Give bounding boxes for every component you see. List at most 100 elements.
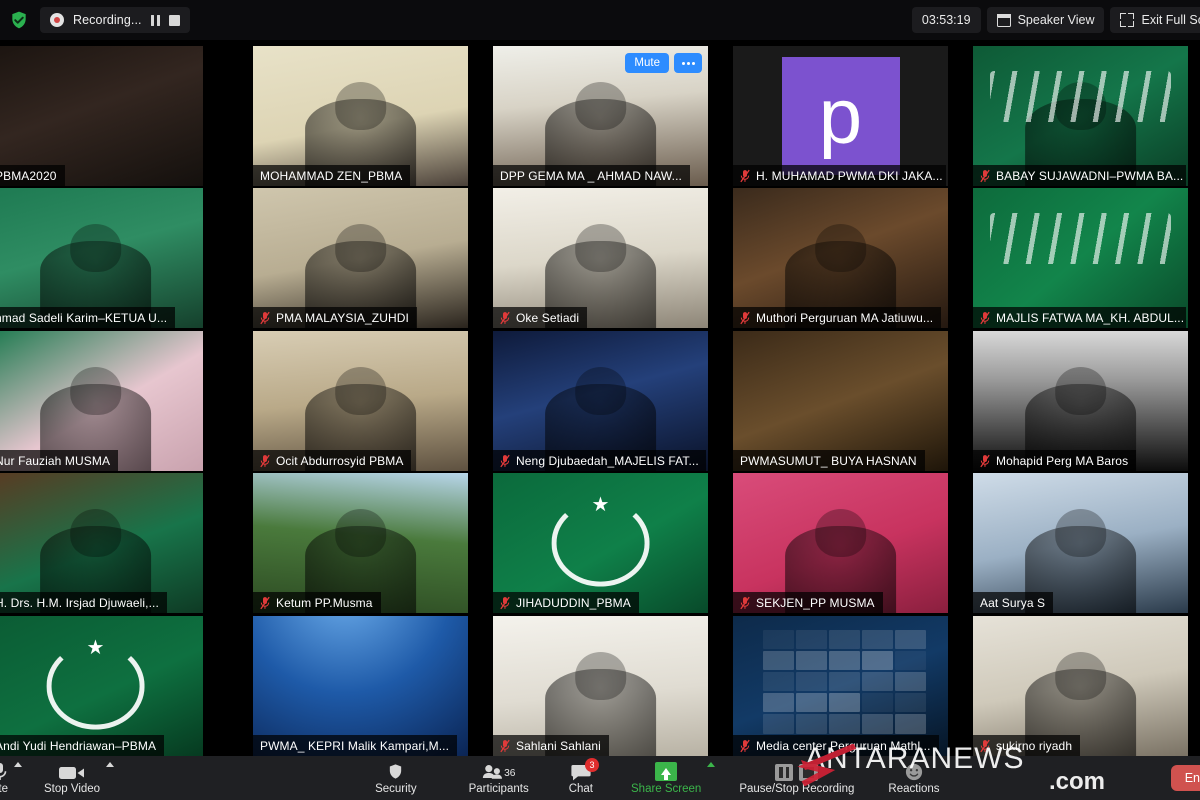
participant-tile[interactable]: BABAY SUJAWADNI–PWMA BA... bbox=[973, 46, 1188, 186]
participant-tile[interactable]: sukirno riyadh bbox=[973, 616, 1188, 756]
muted-microphone-icon bbox=[500, 311, 510, 325]
security-button[interactable]: Security bbox=[369, 756, 423, 800]
share-screen-label: Share Screen bbox=[631, 782, 702, 795]
participant-name: SEKJEN_PP MUSMA bbox=[756, 595, 875, 610]
camera-icon bbox=[59, 762, 85, 781]
timer-value: 03:53:19 bbox=[921, 13, 971, 27]
participant-nameplate: DPP GEMA MA _ AHMAD NAW... bbox=[493, 165, 690, 186]
top-bar: Recording... 03:53:19 Speaker View Exit … bbox=[0, 0, 1200, 40]
participant-name: H. Drs. H.M. Irsjad Djuwaeli,... bbox=[0, 595, 159, 610]
participant-tile[interactable]: p H. MUHAMAD PWMA DKI JAKA... bbox=[733, 46, 948, 186]
participant-tile[interactable]: Neng Djubaedah_MAJELIS FAT... bbox=[493, 331, 708, 471]
chat-button[interactable]: 3 Chat bbox=[563, 756, 599, 800]
participants-button[interactable]: 36 Participants bbox=[463, 756, 535, 800]
participant-name: Sahlani Sahlani bbox=[516, 738, 601, 753]
participant-tile[interactable]: PWMA_ KEPRI Malik Kampari,M... bbox=[253, 616, 468, 756]
participant-tile[interactable]: Nur Fauziah MUSMA bbox=[0, 331, 203, 471]
participant-name: JIHADUDDIN_PBMA bbox=[516, 595, 631, 610]
exit-fullscreen-button[interactable]: Exit Full Sc bbox=[1110, 7, 1200, 33]
reactions-label: Reactions bbox=[888, 782, 940, 795]
participant-tile[interactable]: PWMASUMUT_ BUYA HASNAN bbox=[733, 331, 948, 471]
tile-controls: Mute bbox=[625, 53, 702, 73]
participant-nameplate: PWMA_ KEPRI Malik Kampari,M... bbox=[253, 735, 458, 756]
top-bar-right-controls: 03:53:19 Speaker View Exit Full Sc bbox=[911, 0, 1200, 40]
participant-name: hmad Sadeli Karim–KETUA U... bbox=[0, 310, 168, 325]
participant-name: BABAY SUJAWADNI–PWMA BA... bbox=[996, 168, 1184, 183]
participant-video-grid: PBMA2020 MOHAMMAD ZEN_PBMA DPP GEMA MA _ A… bbox=[0, 44, 1200, 756]
muted-microphone-icon bbox=[500, 454, 510, 468]
participant-nameplate: sukirno riyadh bbox=[973, 735, 1081, 756]
shield-check-icon[interactable] bbox=[8, 9, 30, 31]
stop-icon[interactable] bbox=[169, 14, 181, 26]
stop-icon[interactable] bbox=[799, 763, 819, 781]
video-options-caret-icon[interactable] bbox=[106, 762, 115, 767]
zoom-meeting-window: Recording... 03:53:19 Speaker View Exit … bbox=[0, 0, 1200, 800]
muted-microphone-icon bbox=[740, 596, 750, 610]
participant-name: Ketum PP.Musma bbox=[276, 595, 373, 610]
participant-tile[interactable]: Ocit Abdurrosyid PBMA bbox=[253, 331, 468, 471]
muted-microphone-icon bbox=[980, 454, 990, 468]
participant-tile[interactable]: Media center Perguruan Mathl... bbox=[733, 616, 948, 756]
microphone-icon bbox=[0, 762, 8, 781]
participant-nameplate: Ocit Abdurrosyid PBMA bbox=[253, 450, 412, 471]
muted-microphone-icon bbox=[980, 739, 990, 753]
participant-tile[interactable]: Ketum PP.Musma bbox=[253, 473, 468, 613]
participant-tile[interactable]: Mohapid Perg MA Baros bbox=[973, 331, 1188, 471]
share-options-caret-icon[interactable] bbox=[707, 762, 716, 767]
recording-indicator: Recording... bbox=[40, 7, 191, 33]
participant-tile[interactable]: DPP GEMA MA _ AHMAD NAW... Mute bbox=[493, 46, 708, 186]
participant-tile[interactable]: SEKJEN_PP MUSMA bbox=[733, 473, 948, 613]
participant-nameplate: Ketum PP.Musma bbox=[253, 592, 381, 613]
participant-nameplate: Aat Surya S bbox=[973, 592, 1054, 613]
participant-name: Ocit Abdurrosyid PBMA bbox=[276, 453, 404, 468]
speaker-view-label: Speaker View bbox=[1017, 13, 1095, 27]
security-label: Security bbox=[375, 782, 417, 795]
participant-nameplate: Andi Yudi Hendriawan–PBMA bbox=[0, 735, 165, 756]
participant-nameplate: PWMASUMUT_ BUYA HASNAN bbox=[733, 450, 925, 471]
participant-tile[interactable]: Oke Setiadi bbox=[493, 188, 708, 328]
stop-video-button[interactable]: Stop Video bbox=[38, 756, 106, 800]
participant-tile[interactable]: PBMA2020 bbox=[0, 46, 203, 186]
avatar: p bbox=[781, 57, 900, 175]
share-screen-button[interactable]: Share Screen bbox=[625, 756, 707, 800]
participant-name: sukirno riyadh bbox=[996, 738, 1073, 753]
reactions-button[interactable]: Reactions bbox=[882, 756, 945, 800]
participant-tile[interactable]: ★ Andi Yudi Hendriawan–PBMA bbox=[0, 616, 203, 756]
more-options-button[interactable] bbox=[674, 53, 702, 73]
participant-tile[interactable]: Sahlani Sahlani bbox=[493, 616, 708, 756]
participant-nameplate: Mohapid Perg MA Baros bbox=[973, 450, 1137, 471]
pause-stop-recording-button[interactable]: Pause/Stop Recording bbox=[733, 756, 860, 800]
pause-icon[interactable] bbox=[150, 14, 161, 26]
participant-nameplate: Oke Setiadi bbox=[493, 307, 588, 328]
pause-icon[interactable] bbox=[775, 763, 794, 781]
mute-participant-button[interactable]: Mute bbox=[625, 53, 669, 73]
recording-label: Recording... bbox=[73, 13, 142, 27]
participant-tile[interactable]: MAJLIS FATWA MA_KH. ABDUL... bbox=[973, 188, 1188, 328]
audio-options-caret-icon[interactable] bbox=[14, 762, 22, 767]
people-icon: 36 bbox=[482, 762, 516, 781]
record-dot-icon bbox=[50, 13, 64, 27]
participant-tile[interactable]: hmad Sadeli Karim–KETUA U... bbox=[0, 188, 203, 328]
participant-tile[interactable]: PMA MALAYSIA_ZUHDI bbox=[253, 188, 468, 328]
participant-tile[interactable]: H. Drs. H.M. Irsjad Djuwaeli,... bbox=[0, 473, 203, 613]
participant-tile[interactable]: Muthori Perguruan MA Jatiuwu... bbox=[733, 188, 948, 328]
participant-nameplate: Nur Fauziah MUSMA bbox=[0, 450, 119, 471]
muted-microphone-icon bbox=[260, 454, 270, 468]
chat-label: Chat bbox=[568, 782, 593, 795]
participant-name: MOHAMMAD ZEN_PBMA bbox=[260, 168, 403, 183]
muted-microphone-icon bbox=[500, 739, 510, 753]
participant-nameplate: SEKJEN_PP MUSMA bbox=[733, 592, 883, 613]
participant-nameplate: Muthori Perguruan MA Jatiuwu... bbox=[733, 307, 942, 328]
participant-nameplate: PMA MALAYSIA_ZUHDI bbox=[253, 307, 417, 328]
participant-tile[interactable]: Aat Surya S bbox=[973, 473, 1188, 613]
participant-name: Oke Setiadi bbox=[516, 310, 580, 325]
smiley-icon bbox=[905, 762, 923, 781]
mute-button[interactable]: ute bbox=[0, 756, 14, 800]
speaker-view-button[interactable]: Speaker View bbox=[986, 7, 1105, 33]
end-meeting-button[interactable]: En bbox=[1170, 765, 1200, 791]
participant-tile[interactable]: ★ JIHADUDDIN_PBMA bbox=[493, 473, 708, 613]
participant-nameplate: JIHADUDDIN_PBMA bbox=[493, 592, 639, 613]
participant-name: PWMA_ KEPRI Malik Kampari,M... bbox=[260, 738, 450, 753]
participant-tile[interactable]: MOHAMMAD ZEN_PBMA bbox=[253, 46, 468, 186]
participant-name: PMA MALAYSIA_ZUHDI bbox=[276, 310, 409, 325]
